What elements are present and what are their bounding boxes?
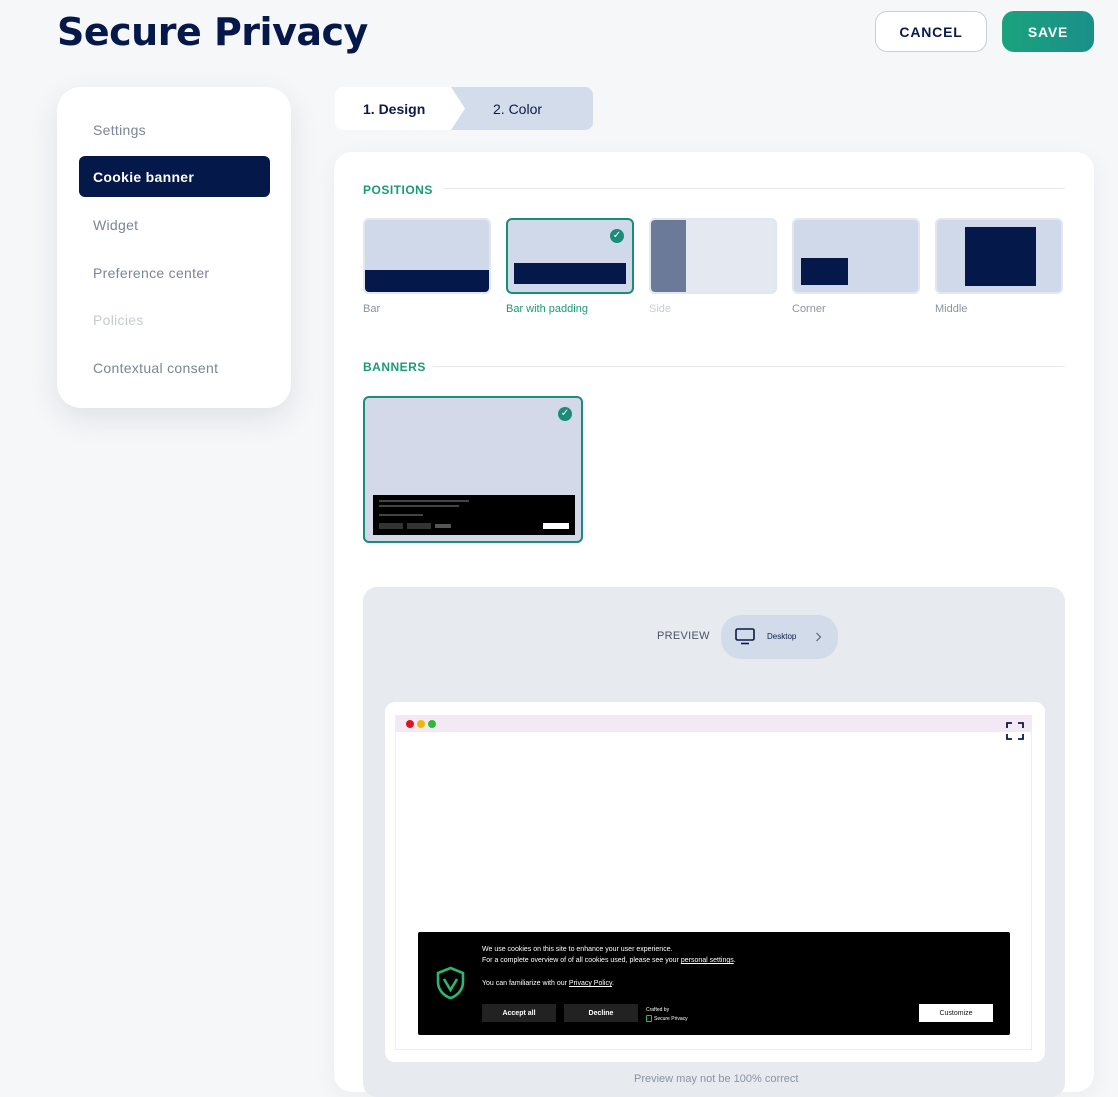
customize-button[interactable]: Customize (919, 1004, 993, 1022)
cancel-button[interactable]: CANCEL (875, 11, 987, 52)
accept-all-button[interactable]: Accept all (482, 1004, 556, 1022)
position-option-bar-with-padding[interactable]: ✓ (506, 218, 634, 294)
banners-heading: BANNERS (363, 360, 426, 374)
preview-frame: We use cookies on this site to enhance y… (385, 702, 1045, 1062)
preview-label: PREVIEW (657, 630, 710, 642)
position-label-bar: Bar (363, 303, 381, 315)
corner-preview-shape (801, 258, 848, 285)
device-label: Desktop (767, 632, 797, 641)
sidebar-item-settings[interactable]: Settings (79, 109, 270, 150)
cookie-text-line3-suffix: . (611, 980, 614, 987)
crafted-by-label: Crafted by (646, 1007, 670, 1013)
sidebar-item-policies: Policies (93, 311, 144, 328)
side-preview-shape (651, 220, 686, 292)
monitor-icon (735, 628, 755, 645)
cookie-text-line2-suffix: . (733, 957, 736, 964)
page-title: Secure Privacy (57, 10, 368, 54)
browser-titlebar (396, 716, 1031, 732)
positions-heading: POSITIONS (363, 183, 433, 197)
sidebar-item-preference-center[interactable]: Preference center (79, 252, 270, 293)
bar-padding-preview-shape (514, 263, 626, 284)
close-dot-icon (406, 720, 414, 728)
position-option-side (649, 218, 777, 294)
brand-name: Secure Privacy (654, 1015, 688, 1022)
minimize-dot-icon (417, 720, 425, 728)
position-label-side: Side (649, 303, 672, 315)
position-label-corner: Corner (792, 303, 826, 315)
divider (433, 366, 1065, 367)
position-label-bar-with-padding: Bar with padding (506, 303, 588, 315)
sidebar-nav: Settings Cookie banner Widget Preference… (57, 87, 291, 408)
personal-settings-link[interactable]: personal settings (681, 957, 734, 964)
sidebar-item-cookie-banner[interactable]: Cookie banner (79, 156, 270, 197)
save-button[interactable]: SAVE (1002, 11, 1094, 52)
cookie-text-line3-prefix: You can familiarize with our (482, 980, 569, 987)
middle-preview-shape (965, 227, 1036, 286)
position-label-middle: Middle (935, 303, 968, 315)
chevron-right-icon (816, 632, 822, 642)
sidebar-item-contextual-consent[interactable]: Contextual consent (79, 347, 270, 388)
brand-credit: Secure Privacy (646, 1015, 688, 1022)
banner-thumbnail (373, 495, 575, 535)
privacy-policy-link[interactable]: Privacy Policy (569, 980, 612, 987)
design-panel: POSITIONS Bar ✓ Bar with padding Side Co… (334, 152, 1094, 1097)
browser-mock: We use cookies on this site to enhance y… (395, 715, 1032, 1050)
cookie-text-line2-prefix: For a complete overview of of all cookie… (482, 957, 681, 964)
position-option-bar[interactable] (363, 218, 491, 294)
maximize-dot-icon (428, 720, 436, 728)
cookie-text-line3: You can familiarize with our Privacy Pol… (482, 980, 614, 987)
small-shield-icon (646, 1015, 652, 1022)
shield-logo-icon (436, 966, 465, 1000)
fullscreen-icon[interactable] (1006, 722, 1024, 740)
tab-color[interactable]: 2. Color (450, 87, 593, 130)
position-option-corner[interactable] (792, 218, 920, 294)
preview-footnote: Preview may not be 100% correct (634, 1073, 799, 1085)
bar-preview-shape (365, 270, 489, 292)
preview-area: PREVIEW Desktop We use cookies on this s… (363, 587, 1065, 1097)
check-icon: ✓ (610, 229, 624, 243)
decline-button[interactable]: Decline (564, 1004, 638, 1022)
banner-option-default[interactable]: ✓ (363, 396, 583, 543)
position-option-middle[interactable] (935, 218, 1063, 294)
divider (444, 188, 1065, 189)
device-selector[interactable]: Desktop (721, 615, 838, 659)
cookie-text-line1: We use cookies on this site to enhance y… (482, 946, 673, 953)
tab-design[interactable]: 1. Design (335, 87, 465, 130)
cookie-text-line2: For a complete overview of of all cookie… (482, 957, 736, 964)
check-icon: ✓ (558, 407, 572, 421)
sidebar-item-widget[interactable]: Widget (79, 204, 270, 245)
cookie-banner-preview: We use cookies on this site to enhance y… (418, 932, 1010, 1035)
